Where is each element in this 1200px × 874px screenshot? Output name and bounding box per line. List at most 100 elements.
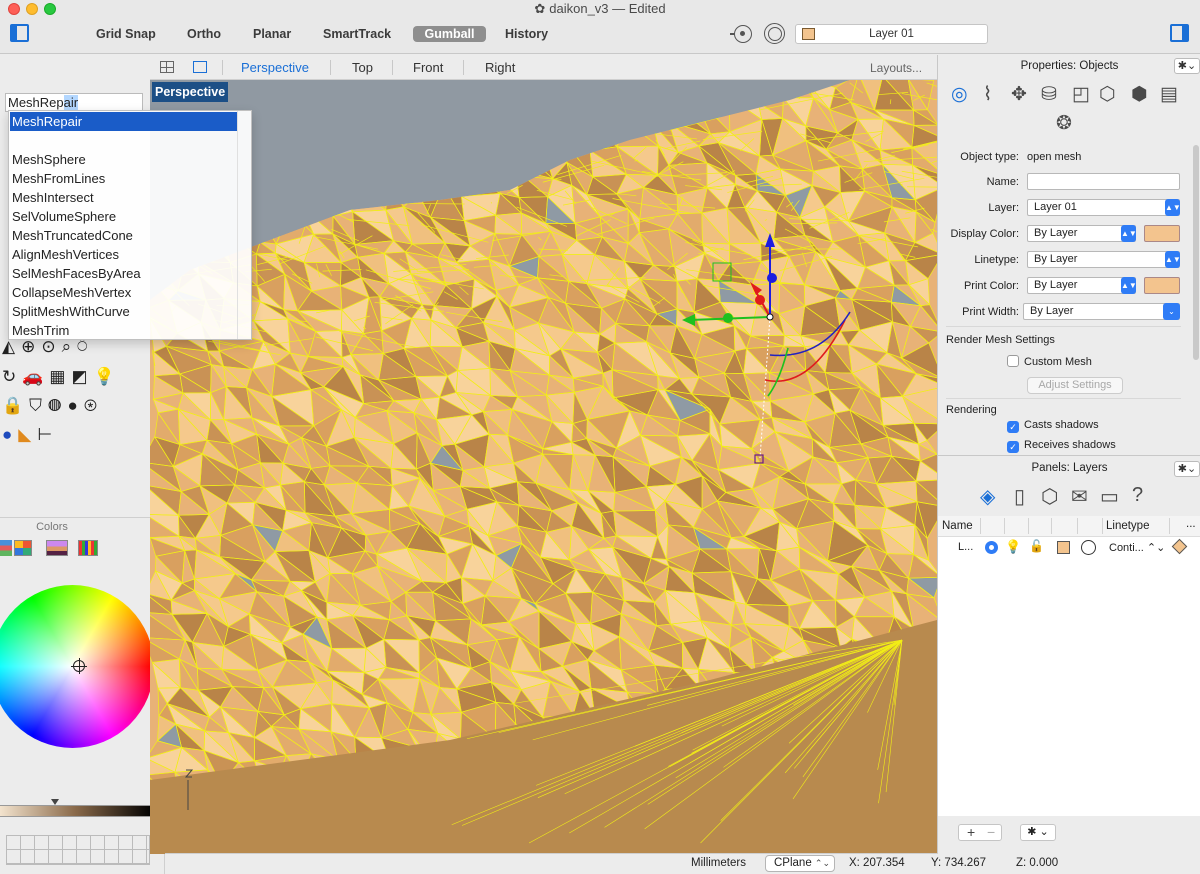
autocomplete-item[interactable]: MeshTrim (12, 321, 69, 340)
image-palettes-icon[interactable] (46, 540, 68, 556)
viewport-label[interactable]: Perspective (152, 82, 229, 102)
remove-layer-button[interactable]: − (987, 824, 995, 840)
texture-mapping-icon[interactable]: ⬢ (1131, 83, 1148, 106)
properties-scrollbar[interactable] (1193, 145, 1199, 360)
autocomplete-item[interactable]: SelMeshFacesByArea (12, 264, 141, 283)
layer-options-gear-icon[interactable]: ✱ ⌄ (1020, 824, 1056, 841)
lock-tool-icon[interactable]: 🔒 (2, 396, 29, 415)
color-palettes-icon[interactable] (14, 540, 32, 556)
spotlight-tool-icon[interactable]: ◣ (18, 425, 37, 444)
render-mesh-icon[interactable]: ⬡ (1099, 83, 1116, 106)
units-label[interactable]: Millimeters (691, 857, 746, 869)
layouts-button[interactable]: Layouts... (870, 61, 922, 75)
column-header-more[interactable]: ... (1186, 518, 1196, 530)
add-layer-button[interactable]: + (967, 824, 975, 840)
print-color-swatch[interactable] (1144, 277, 1180, 294)
casts-shadows-checkbox[interactable]: ✓ Casts shadows (1007, 419, 1099, 433)
display-icon[interactable]: ▭ (1100, 484, 1119, 509)
unlock-icon[interactable]: 🔓 (1029, 539, 1044, 553)
material-icon[interactable] (1081, 540, 1096, 555)
attribute-user-text-icon[interactable]: ◰ (1072, 83, 1090, 106)
name-field[interactable] (1027, 173, 1180, 190)
tab-top[interactable]: Top (352, 60, 373, 75)
print-color-select[interactable]: By Layer ▲▼ (1027, 277, 1137, 294)
notes-icon[interactable]: ✉ (1071, 484, 1088, 509)
perspective-viewport[interactable]: Perspective (150, 80, 937, 854)
layers-stack-icon[interactable]: ◈ (980, 484, 995, 509)
custom-mesh-checkbox[interactable]: Custom Mesh (1007, 355, 1092, 368)
autocomplete-item[interactable]: MeshFromLines (12, 169, 105, 188)
shapes-tool-icon[interactable]: ◩ (71, 367, 93, 386)
target-layer-icon[interactable] (764, 23, 785, 44)
layers-gear-icon[interactable]: ✱⌄ (1174, 461, 1200, 477)
properties-gear-icon[interactable]: ✱⌄ (1174, 58, 1200, 74)
autocomplete-item[interactable]: MeshSphere (12, 150, 86, 169)
column-header-linetype[interactable]: Linetype (1106, 520, 1149, 532)
render-sphere-tool-icon[interactable]: ● (2, 425, 18, 444)
material-properties-icon[interactable]: ⛁ (1041, 83, 1057, 106)
autocomplete-item[interactable]: AlignMeshVertices (12, 245, 119, 264)
help-icon[interactable]: ? (1132, 484, 1143, 507)
display-color-swatch[interactable] (1144, 225, 1180, 242)
displacement-icon[interactable]: ▤ (1160, 83, 1178, 106)
autocomplete-item[interactable]: CollapseMeshVertex (12, 283, 131, 302)
wire-sphere-tool-icon[interactable]: ⊛ (84, 396, 103, 415)
sphere-tool-icon[interactable]: ● (68, 396, 84, 415)
ortho-button[interactable]: Ortho (187, 26, 221, 42)
display-color-select[interactable]: By Layer ▲▼ (1027, 225, 1137, 242)
autocomplete-item[interactable]: MeshIntersect (12, 188, 94, 207)
autocomplete-scrollbar[interactable] (237, 111, 251, 339)
receives-shadows-checkbox[interactable]: ✓ Receives shadows (1007, 439, 1116, 453)
four-viewport-layout-icon[interactable] (160, 61, 174, 73)
adjust-settings-button[interactable]: Adjust Settings (1027, 377, 1123, 394)
brightness-slider[interactable] (0, 805, 154, 817)
layer-row[interactable]: L... 💡 🔓 Conti... ⌃⌄ (938, 537, 1200, 559)
cplane-selector[interactable]: CPlane ⌃⌄ (765, 855, 835, 872)
block-icon[interactable]: ⬡ (1041, 484, 1058, 509)
osnap-icon[interactable] (730, 25, 752, 43)
curve-properties-icon[interactable]: ⌇ (983, 83, 992, 106)
current-layer-icon[interactable] (985, 541, 998, 554)
left-sidebar-toggle-icon[interactable] (10, 24, 29, 42)
pencils-icon[interactable] (78, 540, 98, 556)
shield-tool-icon[interactable]: ⛉ (29, 396, 48, 415)
light-tool-icon[interactable]: 💡 (94, 367, 121, 386)
brightness-slider-thumb[interactable] (51, 799, 59, 805)
autocomplete-item[interactable]: SelVolumeSphere (12, 207, 116, 226)
print-width-select[interactable]: By Layer ⌄ (1023, 303, 1180, 320)
color-sliders-icon[interactable] (0, 540, 12, 556)
layer-linetype[interactable]: Conti... ⌃⌄ (1109, 541, 1165, 554)
color-wheel-cursor[interactable] (71, 658, 87, 674)
layer-select[interactable]: Layer 01 ▲▼ (1027, 199, 1181, 216)
history-button[interactable]: History (505, 26, 548, 42)
command-autocomplete-list[interactable]: MeshRepair MeshSphere MeshFromLines Mesh… (8, 110, 252, 340)
current-layer-picker[interactable]: Layer 01 (795, 24, 988, 44)
layer-name[interactable]: L... (958, 541, 973, 553)
print-color-diamond-icon[interactable] (1171, 538, 1188, 555)
color-wheel-tool-icon[interactable]: ◍ (48, 396, 68, 415)
color-swatch-grid[interactable] (6, 835, 150, 865)
planar-button[interactable]: Planar (253, 26, 291, 42)
grid-mesh-tool-icon[interactable]: ▦ (49, 367, 71, 386)
smarttrack-button[interactable]: SmartTrack (323, 26, 391, 42)
tab-front[interactable]: Front (413, 60, 443, 75)
autocomplete-item[interactable]: SplitMeshWithCurve (12, 302, 130, 321)
autocomplete-item[interactable]: MeshTruncatedCone (12, 226, 133, 245)
column-header-name[interactable]: Name (942, 520, 973, 532)
gumball-properties-icon[interactable]: ✥ (1011, 83, 1027, 106)
gumball-button[interactable]: Gumball (413, 26, 486, 42)
object-properties-icon[interactable]: ◎ (951, 83, 968, 106)
decal-icon[interactable]: ❂ (1056, 112, 1072, 135)
document-icon[interactable]: ▯ (1014, 484, 1025, 509)
linetype-select[interactable]: By Layer ▲▼ (1027, 251, 1181, 268)
grid-snap-button[interactable]: Grid Snap (96, 26, 156, 42)
single-viewport-layout-icon[interactable] (193, 61, 207, 73)
tab-right[interactable]: Right (485, 60, 515, 75)
autocomplete-item-selected[interactable]: MeshRepair (10, 112, 238, 131)
dimension-tool-icon[interactable]: ⊢ (37, 425, 58, 444)
rotate-view-tool-icon[interactable]: ↻ (2, 367, 22, 386)
car-tool-icon[interactable]: 🚗 (22, 367, 49, 386)
lightbulb-icon[interactable]: 💡 (1005, 539, 1021, 555)
layer-color-icon[interactable] (1057, 541, 1070, 554)
tab-perspective[interactable]: Perspective (241, 60, 309, 75)
